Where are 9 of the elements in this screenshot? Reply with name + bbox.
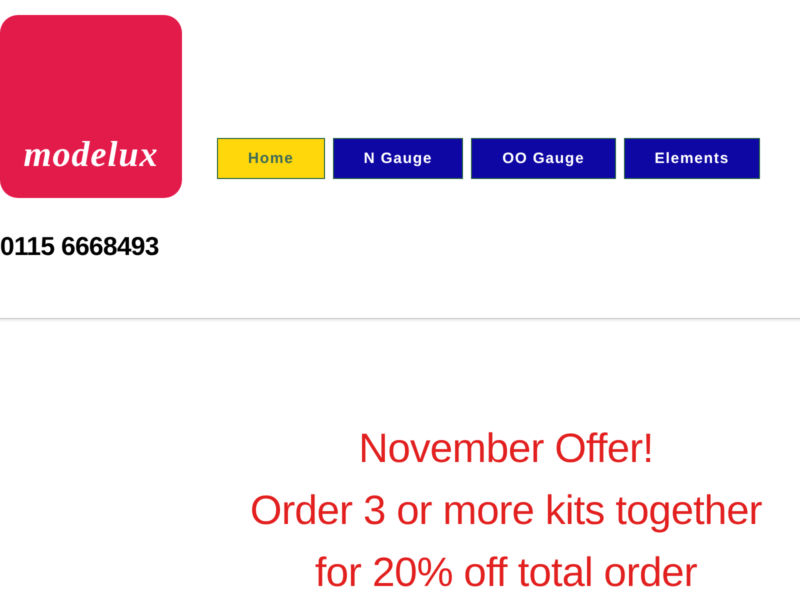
offer-line: November Offer! [358, 424, 654, 473]
nav-tab[interactable]: N Gauge [332, 138, 464, 179]
logo[interactable]: modelux [0, 15, 182, 198]
nav-tab[interactable]: Elements [624, 138, 760, 179]
nav-tab[interactable]: Home [217, 138, 325, 179]
nav-tab[interactable]: OO Gauge [471, 138, 616, 179]
phone-number: 0115 6668493 [0, 231, 159, 261]
offer-line: for 20% off total order [314, 548, 698, 597]
offer-line: Order 3 or more kits together [249, 486, 763, 535]
